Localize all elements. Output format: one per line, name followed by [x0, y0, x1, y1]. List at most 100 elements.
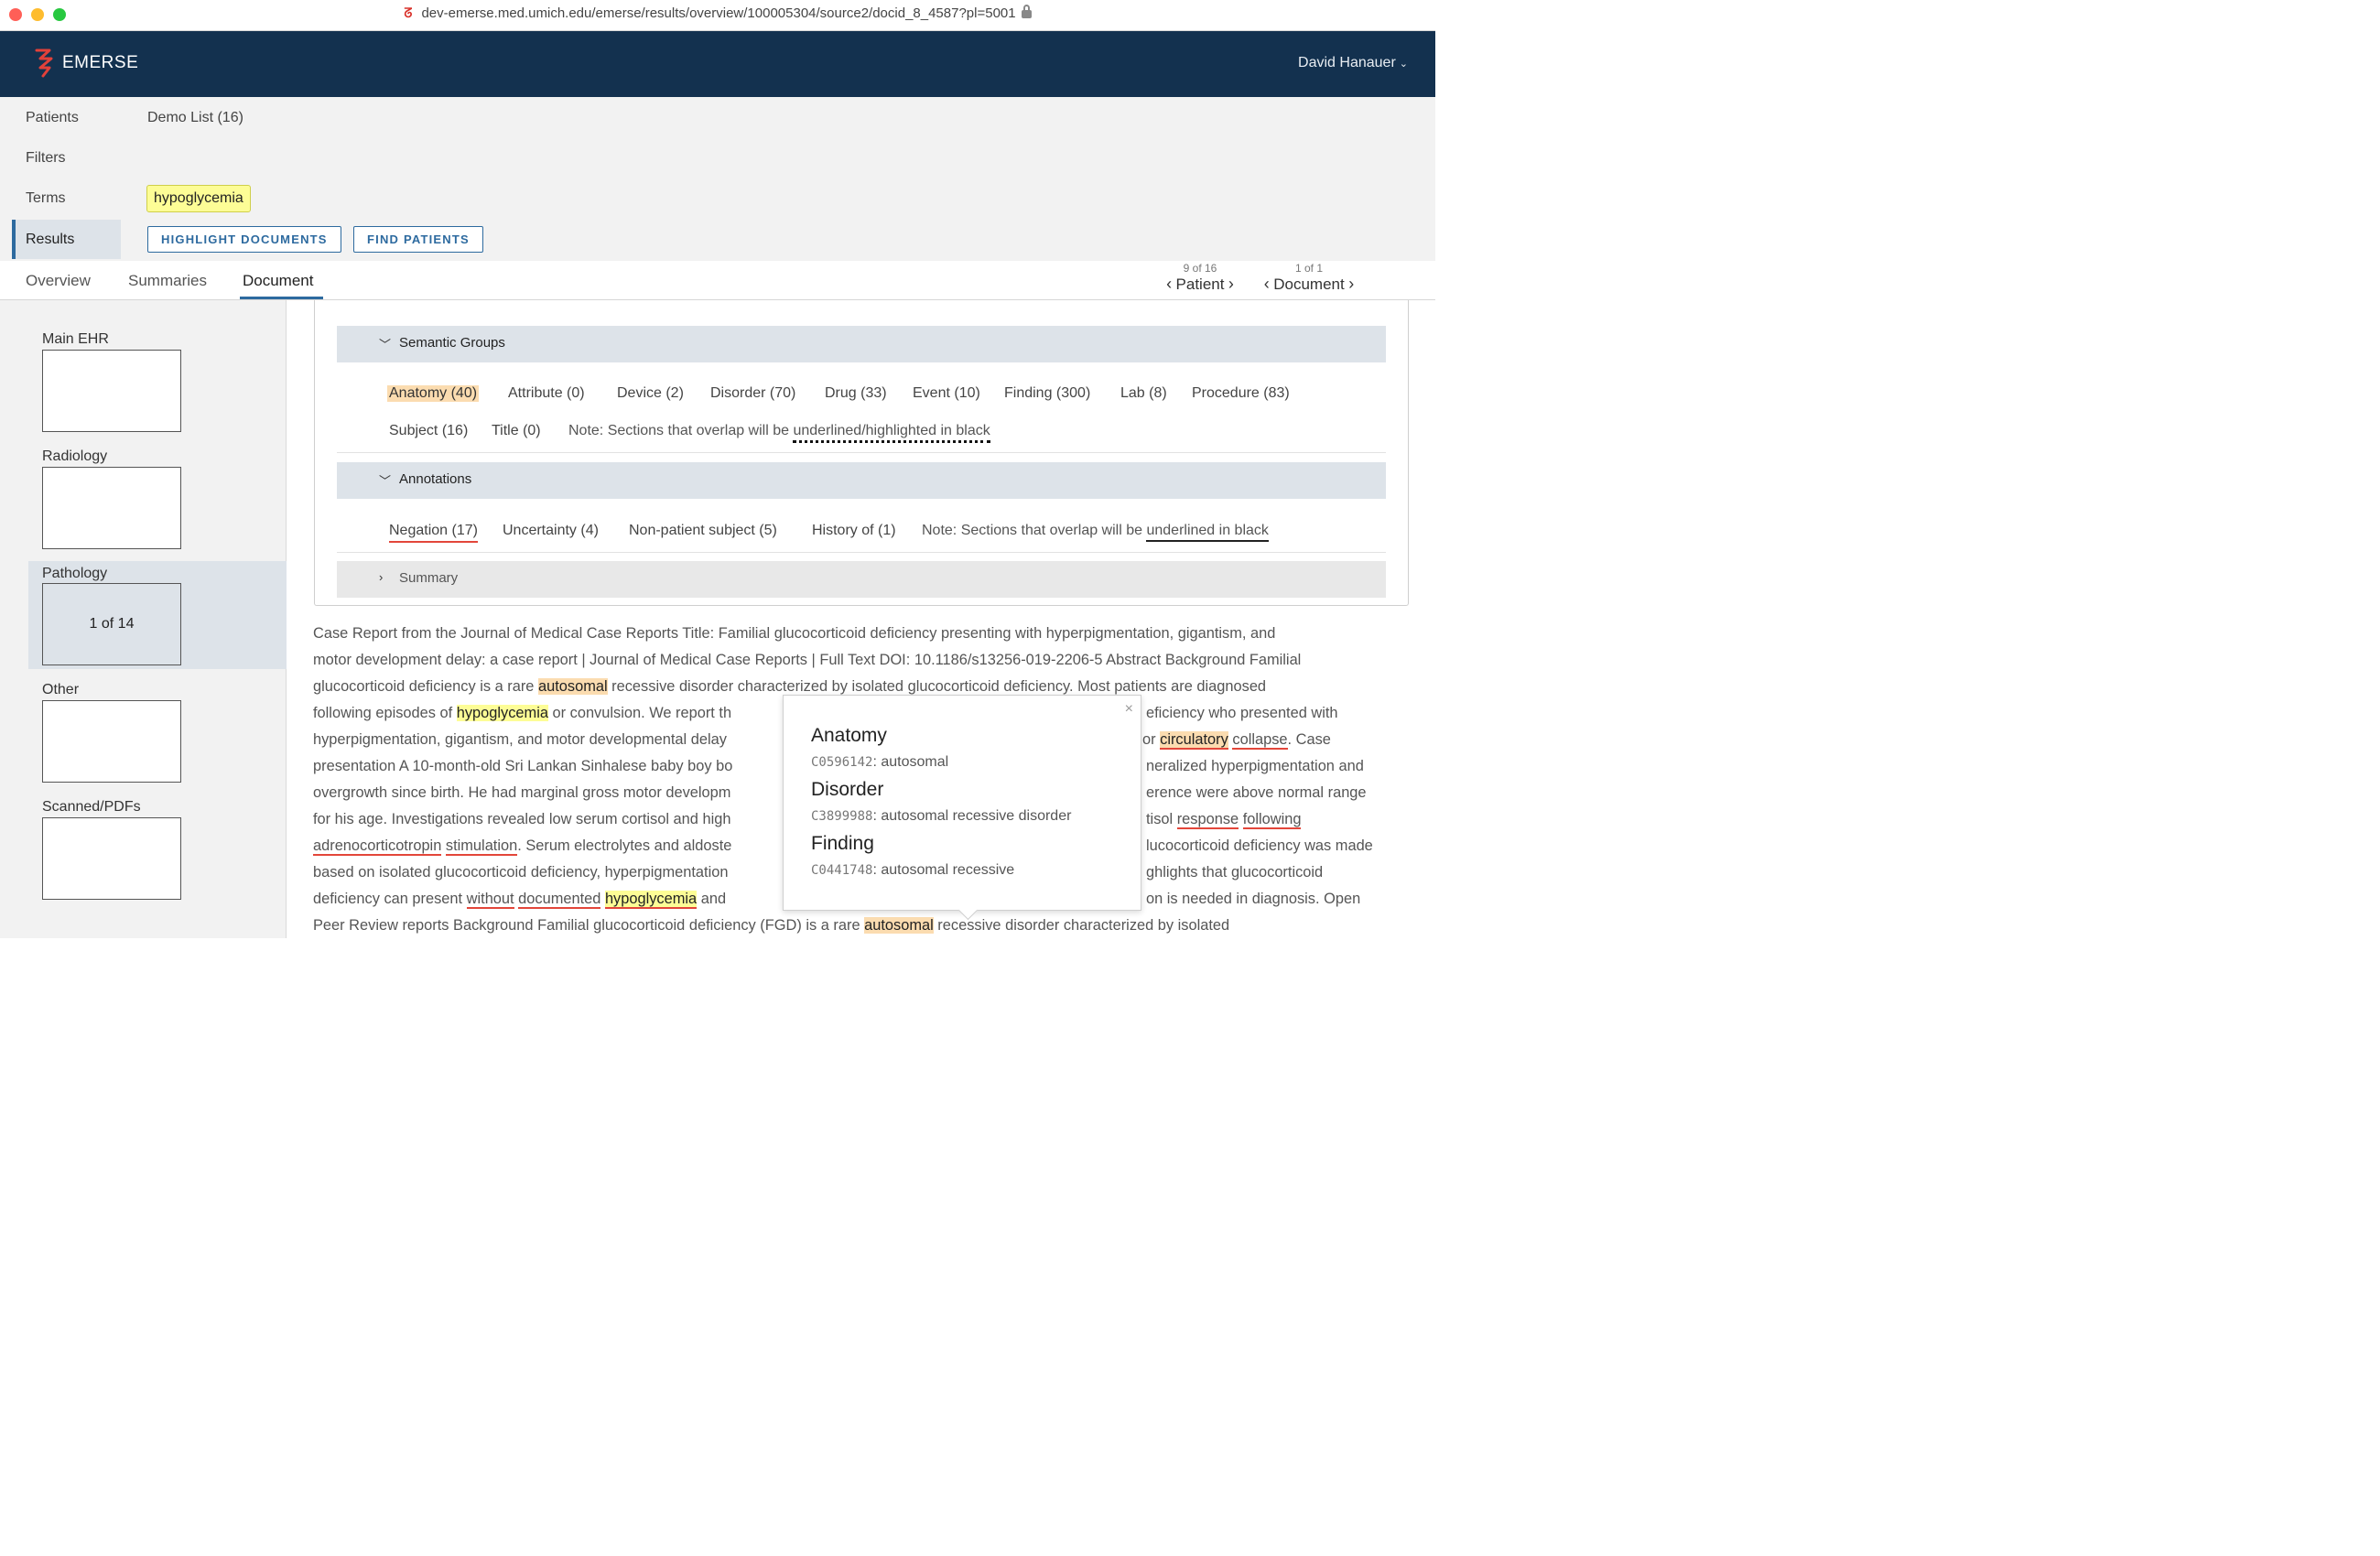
concept-cui: C3899988 [811, 809, 873, 824]
source-scanned-pdfs[interactable]: Scanned/PDFs [28, 799, 287, 916]
source-sidebar: Main EHR Radiology Pathology 1 of 14 Oth… [0, 300, 287, 938]
address-bar[interactable]: ᘔ dev-emerse.med.umich.edu/emerse/results… [0, 5, 1435, 21]
source-pathology[interactable]: Pathology 1 of 14 [28, 561, 287, 669]
highlight-documents-button[interactable]: HIGHLIGHT DOCUMENTS [147, 226, 341, 253]
active-tab-indicator [240, 297, 323, 299]
previous-document-icon[interactable]: ‹ [1264, 275, 1270, 293]
site-favicon-icon: ᘔ [404, 5, 413, 20]
chevron-right-icon: › [379, 570, 384, 584]
note-emphasis: underlined in black [1146, 523, 1269, 542]
text-line: Peer Review reports Background Familial … [313, 917, 1230, 934]
nav-results[interactable]: Results [26, 232, 74, 248]
semantic-groups-header[interactable]: ﹀ Semantic Groups [337, 326, 1386, 362]
patient-pager: 9 of 16 ‹ Patient › [1156, 262, 1244, 294]
annotation-chip-negation[interactable]: Negation (17) [389, 523, 478, 543]
popup-group-name: Disorder [811, 779, 884, 800]
previous-patient-icon[interactable]: ‹ [1166, 275, 1172, 293]
patient-count: 9 of 16 [1183, 262, 1217, 275]
query-panel: Patients Demo List (16) Filters Terms hy… [0, 97, 1435, 261]
popup-group-name: Anatomy [811, 725, 887, 746]
semantic-chip-finding[interactable]: Finding (300) [1004, 385, 1090, 402]
annotation-negation[interactable]: collapse [1232, 731, 1288, 750]
section-title: Summary [399, 570, 459, 586]
popup-concept: C3899988: autosomal recessive disorder [811, 808, 1072, 824]
chevron-down-icon: ⌄ [1399, 59, 1408, 70]
document-pager: 1 of 1 ‹ Document › [1252, 262, 1366, 294]
concept-term: autosomal recessive disorder [881, 808, 1072, 824]
note-text: Note: Sections that overlap will be [922, 523, 1147, 538]
semantic-chip-attribute[interactable]: Attribute (0) [508, 385, 585, 402]
semantic-chip-title[interactable]: Title (0) [492, 423, 541, 439]
section-title: Semantic Groups [399, 335, 505, 351]
source-count: 1 of 14 [89, 616, 135, 632]
highlight-term[interactable]: hypoglycemia [604, 891, 698, 909]
semantic-chip-procedure[interactable]: Procedure (83) [1192, 385, 1290, 402]
app-header: EMERSE David Hanauer ⌄ [0, 31, 1435, 97]
source-box[interactable]: 1 of 14 [42, 583, 181, 665]
annotation-negation[interactable]: without [466, 891, 514, 909]
tab-document[interactable]: Document [243, 272, 313, 290]
source-radiology[interactable]: Radiology [28, 448, 287, 566]
semantic-chip-anatomy[interactable]: Anatomy (40) [387, 385, 480, 402]
source-box[interactable] [42, 700, 181, 783]
divider [337, 552, 1386, 553]
source-box[interactable] [42, 817, 181, 900]
chevron-down-icon: ﹀ [379, 338, 392, 351]
text-line: Case Report from the Journal of Medical … [313, 625, 1276, 642]
annotation-negation[interactable]: following [1242, 811, 1302, 829]
annotation-negation[interactable]: stimulation [445, 837, 518, 856]
concept-term: autosomal [881, 754, 949, 770]
nav-terms[interactable]: Terms [26, 190, 66, 207]
semantic-chip-disorder[interactable]: Disorder (70) [710, 385, 795, 402]
source-main-ehr[interactable]: Main EHR [28, 331, 287, 448]
tab-overview[interactable]: Overview [26, 272, 91, 290]
annotation-chip-history-of[interactable]: History of (1) [812, 523, 896, 539]
patient-label: Patient [1175, 276, 1225, 293]
user-menu[interactable]: David Hanauer ⌄ [1298, 55, 1408, 71]
annotation-negation[interactable]: documented [518, 891, 601, 909]
find-patients-button[interactable]: FIND PATIENTS [353, 226, 483, 253]
source-label: Main EHR [42, 331, 109, 347]
summary-header[interactable]: › Summary [337, 561, 1386, 598]
source-box[interactable] [42, 350, 181, 432]
highlight-anatomy[interactable]: circulatory [1160, 731, 1228, 750]
next-patient-icon[interactable]: › [1228, 275, 1234, 293]
popup-group-name: Finding [811, 833, 874, 854]
source-label: Scanned/PDFs [42, 799, 141, 815]
url-text: dev-emerse.med.umich.edu/emerse/results/… [421, 5, 1016, 21]
close-icon[interactable]: × [1125, 701, 1133, 718]
annotations-header[interactable]: ﹀ Annotations [337, 462, 1386, 499]
next-document-icon[interactable]: › [1348, 275, 1354, 293]
annotation-chip-uncertainty[interactable]: Uncertainty (4) [503, 523, 599, 539]
concept-term: autosomal recessive [881, 862, 1015, 878]
semantic-chip-device[interactable]: Device (2) [617, 385, 684, 402]
lock-icon [1021, 5, 1032, 18]
highlight-term[interactable]: hypoglycemia [456, 705, 548, 721]
annotation-negation[interactable]: response [1176, 811, 1239, 829]
annotation-negation[interactable]: adrenocorticotropin [313, 837, 442, 856]
semantic-overlap-note: Note: Sections that overlap will be unde… [568, 423, 990, 443]
source-label: Radiology [42, 448, 108, 464]
semantic-chip-subject[interactable]: Subject (16) [389, 423, 468, 439]
patient-list-value[interactable]: Demo List (16) [147, 110, 243, 126]
highlight-anatomy[interactable]: autosomal [537, 678, 608, 695]
chevron-down-icon: ﹀ [379, 474, 392, 488]
semantic-chip-lab[interactable]: Lab (8) [1120, 385, 1167, 402]
semantic-chip-drug[interactable]: Drug (33) [825, 385, 887, 402]
note-emphasis: underlined/highlighted in black [793, 423, 990, 443]
term-chip[interactable]: hypoglycemia [146, 185, 251, 212]
text-line: motor development delay: a case report |… [313, 652, 1302, 668]
tab-summaries[interactable]: Summaries [128, 272, 207, 290]
note-text: Note: Sections that overlap will be [568, 423, 794, 438]
nav-patients[interactable]: Patients [26, 110, 79, 126]
concept-cui: C0441748 [811, 863, 873, 878]
semantic-chip-event[interactable]: Event (10) [913, 385, 980, 402]
user-name: David Hanauer [1298, 55, 1396, 70]
annotation-chip-non-patient-subject[interactable]: Non-patient subject (5) [629, 523, 777, 539]
highlight-anatomy[interactable]: autosomal [864, 917, 934, 934]
source-box[interactable] [42, 467, 181, 549]
source-other[interactable]: Other [28, 682, 287, 799]
nav-filters[interactable]: Filters [26, 150, 66, 167]
results-tabs: Overview Summaries Document 9 of 16 ‹ Pa… [0, 261, 1435, 300]
emerse-logo-icon [35, 49, 53, 78]
